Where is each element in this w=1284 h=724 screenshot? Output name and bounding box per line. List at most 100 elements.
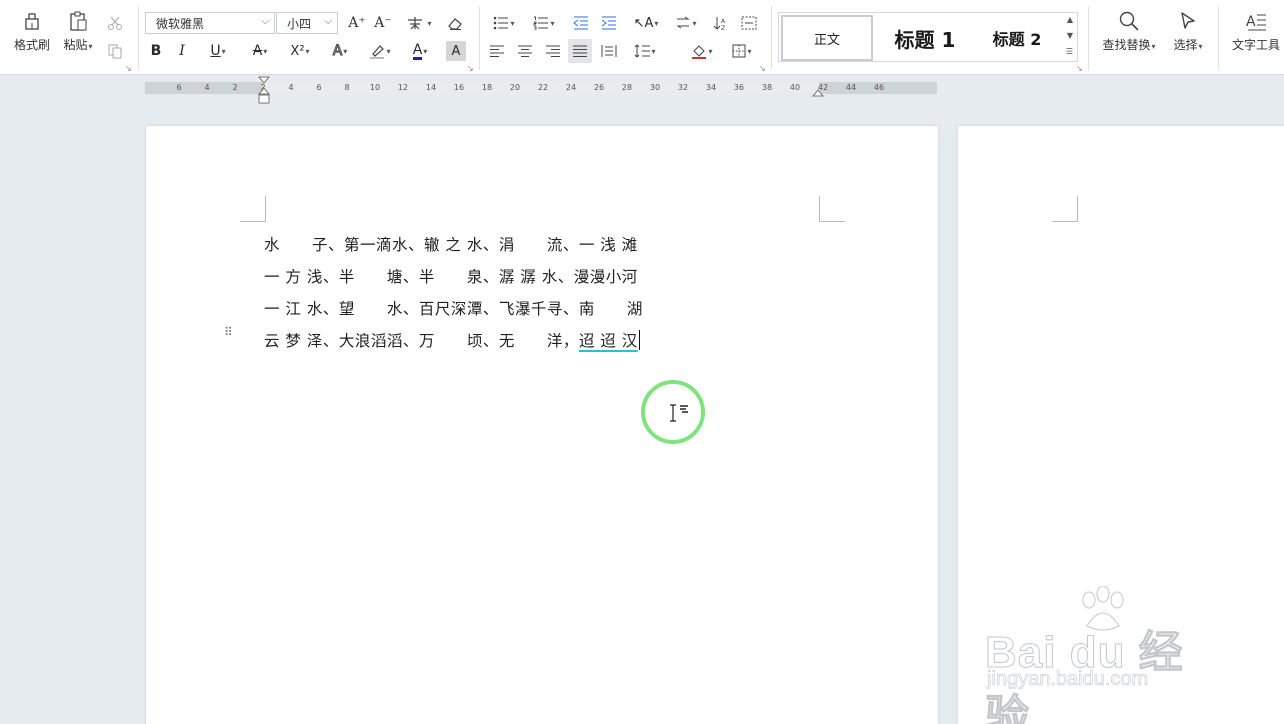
align-right-button[interactable]	[542, 40, 564, 62]
bold-button[interactable]: B	[146, 40, 166, 62]
ruler-tick-label: 4	[204, 83, 210, 92]
chevron-down-icon: ⌵	[324, 16, 332, 27]
text-effect-button[interactable]: A ▾	[324, 40, 356, 62]
ruler-tick-label: 44	[845, 83, 857, 92]
grow-font-button[interactable]: A⁺	[346, 12, 368, 34]
paste-dropdown-icon[interactable]: ▾	[89, 42, 93, 51]
document-page[interactable]: ⠿ 水 子、第一滴水、辙 之 水、涓 流、一 浅 滩 一 方 浅、半 塘、半 泉…	[146, 126, 938, 724]
ruler-tick-label: 14	[425, 83, 437, 92]
shading-button[interactable]: ▾	[686, 40, 718, 62]
italic-icon: I	[179, 43, 185, 59]
style-normal[interactable]: 正文	[781, 15, 873, 61]
find-replace-label: 查找替换	[1102, 38, 1151, 52]
ruler-tick-label: 20	[509, 83, 521, 92]
eraser-icon	[448, 18, 462, 30]
font-name-value: 微软雅黑	[156, 16, 205, 31]
align-center-button[interactable]	[514, 40, 536, 62]
change-case-icon: ↖A	[633, 15, 654, 31]
highlight-button[interactable]: ▾	[364, 40, 396, 62]
ruler-tick-label: 28	[621, 83, 633, 92]
style-gallery: 正文 标题 1 标题 2 ▲ ▼ ☰	[778, 12, 1078, 62]
text-effect-icon: A	[332, 43, 343, 60]
sort-button[interactable]: AZ	[710, 12, 732, 34]
document-body[interactable]: 水 子、第一滴水、辙 之 水、涓 流、一 浅 滩 一 方 浅、半 塘、半 泉、潺…	[264, 228, 654, 356]
search-icon	[1119, 11, 1139, 31]
text-caret	[638, 330, 640, 350]
svg-text:A: A	[1246, 14, 1256, 30]
text-tools-button[interactable]: A 文字工具	[1228, 10, 1284, 62]
copy-button[interactable]	[104, 40, 126, 62]
ruler-tick-label: 6	[316, 83, 322, 92]
underline-button[interactable]: U ▾	[202, 40, 234, 62]
font-color-icon: A	[412, 41, 423, 60]
shrink-font-button[interactable]: A⁻	[372, 12, 394, 34]
ruler-tick-label: 34	[705, 83, 717, 92]
formatting-marks-icon	[741, 16, 757, 30]
format-painter-button[interactable]: 格式刷	[10, 10, 54, 62]
text-direction-button[interactable]: ▾	[670, 12, 702, 34]
char-shading-icon: A	[451, 43, 461, 59]
clipboard-launcher-icon[interactable]: ↘	[125, 64, 132, 73]
separator	[479, 6, 480, 70]
ruler-tick-label: 8	[344, 83, 350, 92]
highlighter-icon	[370, 45, 385, 59]
text-tools-label: 文字工具	[1231, 38, 1280, 52]
font-name-select[interactable]: 微软雅黑 ⌵	[145, 12, 275, 34]
decrease-indent-button[interactable]	[570, 12, 592, 34]
svg-text:A: A	[721, 18, 726, 25]
font-launcher-icon[interactable]: ↘	[467, 64, 474, 73]
font-size-select[interactable]: 小四 ⌵	[276, 12, 338, 34]
text-line: 水 子、第一滴水、辙 之 水、涓 流、一 浅 滩	[264, 236, 638, 254]
find-replace-button[interactable]: 查找替换▾	[1098, 10, 1160, 62]
char-shading-button[interactable]: A	[446, 41, 466, 61]
format-painter-label: 格式刷	[13, 38, 50, 52]
line-spacing-icon	[635, 44, 651, 58]
borders-icon	[732, 44, 746, 58]
align-left-button[interactable]	[486, 40, 508, 62]
show-marks-button[interactable]	[738, 12, 760, 34]
italic-button[interactable]: I	[172, 40, 192, 62]
phonetic-guide-button[interactable]: ▾	[402, 12, 436, 34]
ruler-tick-label: 16	[453, 83, 465, 92]
text-line: 一 方 浅、半 塘、半 泉、潺 潺 水、漫漫小河	[264, 268, 638, 286]
strikethrough-button[interactable]: A ▾	[244, 40, 276, 62]
justify-button[interactable]	[568, 39, 592, 63]
change-case-button[interactable]: ↖A ▾	[630, 12, 662, 34]
ruler-tick-label: 30	[649, 83, 661, 92]
spellcheck-flagged-word[interactable]: 迢 迢 汉	[579, 329, 638, 351]
increase-indent-button[interactable]	[598, 12, 620, 34]
paste-button[interactable]: 粘贴▾	[58, 10, 98, 62]
styles-launcher-icon[interactable]: ↘	[1076, 64, 1083, 73]
gallery-more-icon[interactable]: ☰	[1066, 47, 1073, 56]
ruler-tick-label: 32	[677, 83, 689, 92]
text-line: 云 梦 泽、大浪滔滔、万 顷、无 洋，迢 迢 汉	[264, 324, 654, 356]
right-indent-marker-icon[interactable]	[812, 86, 824, 98]
cut-button[interactable]	[104, 12, 126, 34]
indent-marker-icon[interactable]	[257, 76, 271, 106]
ruler-tick-label: 2	[232, 83, 238, 92]
ruler-tick-label: 6	[176, 83, 182, 92]
select-button[interactable]: 选择▾	[1166, 10, 1210, 62]
phonetic-guide-icon	[408, 17, 423, 30]
align-right-icon	[546, 45, 560, 57]
bullets-button[interactable]: ▾	[488, 12, 520, 34]
outdent-icon	[573, 16, 588, 30]
drag-handle-icon[interactable]: ⠿	[224, 325, 233, 339]
style-heading-2[interactable]: 标题 2	[975, 15, 1059, 61]
gallery-down-icon[interactable]: ▼	[1067, 31, 1073, 40]
svg-text:Z: Z	[721, 25, 725, 31]
gallery-up-icon[interactable]: ▲	[1067, 15, 1073, 24]
line-spacing-button[interactable]: ▾	[628, 40, 662, 62]
font-color-button[interactable]: A ▾	[404, 40, 436, 62]
format-painter-icon	[25, 13, 39, 30]
style-heading-1[interactable]: 标题 1	[879, 15, 971, 61]
superscript-button[interactable]: X² ▾	[284, 40, 316, 62]
margin-corner-marker	[819, 196, 845, 222]
borders-button[interactable]: ▾	[726, 40, 758, 62]
underline-icon: U	[210, 43, 221, 59]
clear-format-button[interactable]	[444, 12, 466, 34]
paragraph-launcher-icon[interactable]: ↘	[759, 64, 766, 73]
chevron-down-icon: ⌵	[261, 16, 269, 27]
distribute-button[interactable]	[598, 40, 620, 62]
numbering-button[interactable]: ▾	[528, 12, 560, 34]
